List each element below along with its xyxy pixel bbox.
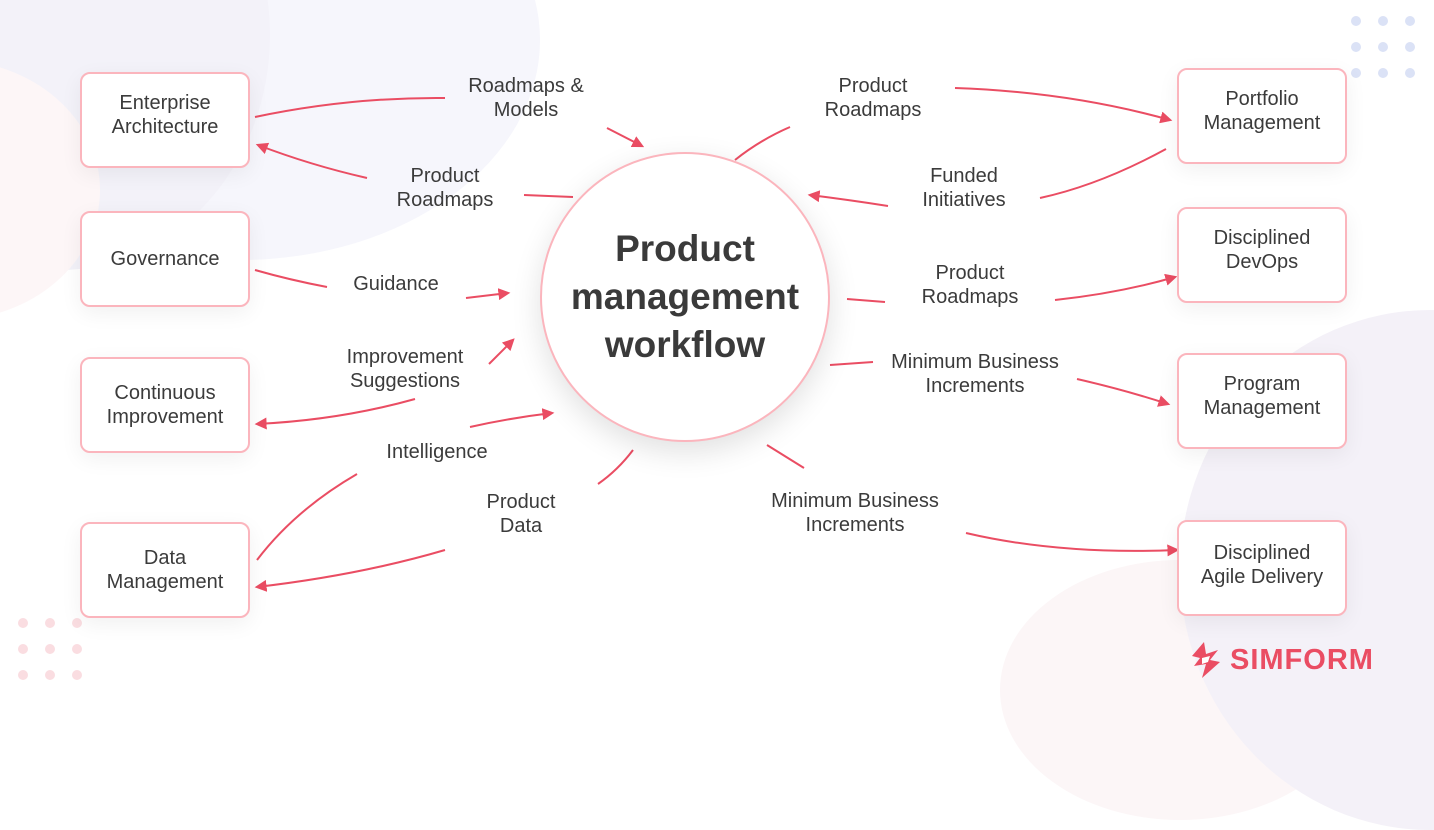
edge-label-guidance: Guidance xyxy=(353,273,439,295)
arrow-mbi-bottom-tail xyxy=(766,444,805,469)
node-label: Portfolio Management xyxy=(1203,88,1321,134)
arrow-improvement-back xyxy=(254,398,416,430)
edge-label-mbi-bottom: Minimum Business Increments xyxy=(771,490,939,536)
node-program-management: Program Management xyxy=(1177,353,1347,449)
arrow-improvement xyxy=(488,338,515,365)
node-label: Disciplined Agile Delivery xyxy=(1200,542,1324,588)
edge-label-product-roadmaps-left: Product Roadmaps xyxy=(396,165,494,211)
arrow-roadmaps-models-head xyxy=(606,127,645,148)
edge-label-mbi-right: Minimum Business Increments xyxy=(891,351,1059,397)
node-enterprise-architecture: Enterprise Architecture xyxy=(80,72,250,168)
arrow-product-roadmaps-top-tail xyxy=(734,126,791,161)
simform-logo-icon xyxy=(1192,642,1220,678)
arrow-product-roadmaps-left-tail xyxy=(523,194,574,198)
edge-label-improvement-suggestions: Improvement Suggestions xyxy=(346,346,464,392)
simform-logo: SIMFORM xyxy=(1188,640,1374,680)
edge-label-product-roadmaps-mid: Product Roadmaps xyxy=(921,262,1019,308)
node-label: Program Management xyxy=(1203,373,1321,419)
arrow-intelligence-tail xyxy=(256,473,358,561)
node-label: Continuous Improvement xyxy=(106,382,224,428)
edge-label-roadmaps-models: Roadmaps & Models xyxy=(468,75,584,121)
node-continuous-improvement: Continuous Improvement xyxy=(80,357,250,453)
arrow-mbi-right xyxy=(1076,378,1171,407)
node-label: Governance xyxy=(110,248,220,270)
arrow-product-data-tail xyxy=(597,449,634,485)
arrow-funded-initiatives xyxy=(807,190,889,207)
arrow-product-roadmaps-mid-tail xyxy=(846,298,886,303)
arrow-guidance-tail xyxy=(254,269,328,288)
node-portfolio-management: Portfolio Management xyxy=(1177,68,1347,164)
node-disciplined-devops: Disciplined DevOps xyxy=(1177,207,1347,303)
arrow-product-roadmaps-left xyxy=(255,142,368,179)
node-label: Disciplined DevOps xyxy=(1213,227,1311,273)
arrow-product-roadmaps-top xyxy=(954,87,1173,124)
edge-label-intelligence: Intelligence xyxy=(386,441,488,463)
edge-label-funded-initiatives: Funded Initiatives xyxy=(922,165,1006,211)
arrow-intelligence xyxy=(469,408,555,428)
arrow-funded-initiatives-tail xyxy=(1039,148,1167,199)
arrow-mbi-bottom xyxy=(965,532,1180,557)
arrow-roadmaps-models xyxy=(254,96,446,118)
node-disciplined-agile-delivery: Disciplined Agile Delivery xyxy=(1177,520,1347,616)
arrow-product-data xyxy=(254,549,446,592)
node-governance: Governance xyxy=(80,211,250,307)
arrow-product-roadmaps-mid xyxy=(1054,273,1178,301)
node-label: Data Management xyxy=(106,547,224,593)
edge-label-product-roadmaps-top: Product Roadmaps xyxy=(824,75,922,121)
edge-label-product-data: Product Data xyxy=(486,491,556,537)
arrow-mbi-right-tail xyxy=(829,361,874,366)
node-label: Enterprise Architecture xyxy=(111,92,219,138)
center-node: Product management workflow xyxy=(540,152,830,442)
simform-logo-text: SIMFORM xyxy=(1230,643,1374,676)
center-title: Product management workflow xyxy=(570,228,800,365)
node-data-management: Data Management xyxy=(80,522,250,618)
arrow-guidance xyxy=(465,288,511,301)
